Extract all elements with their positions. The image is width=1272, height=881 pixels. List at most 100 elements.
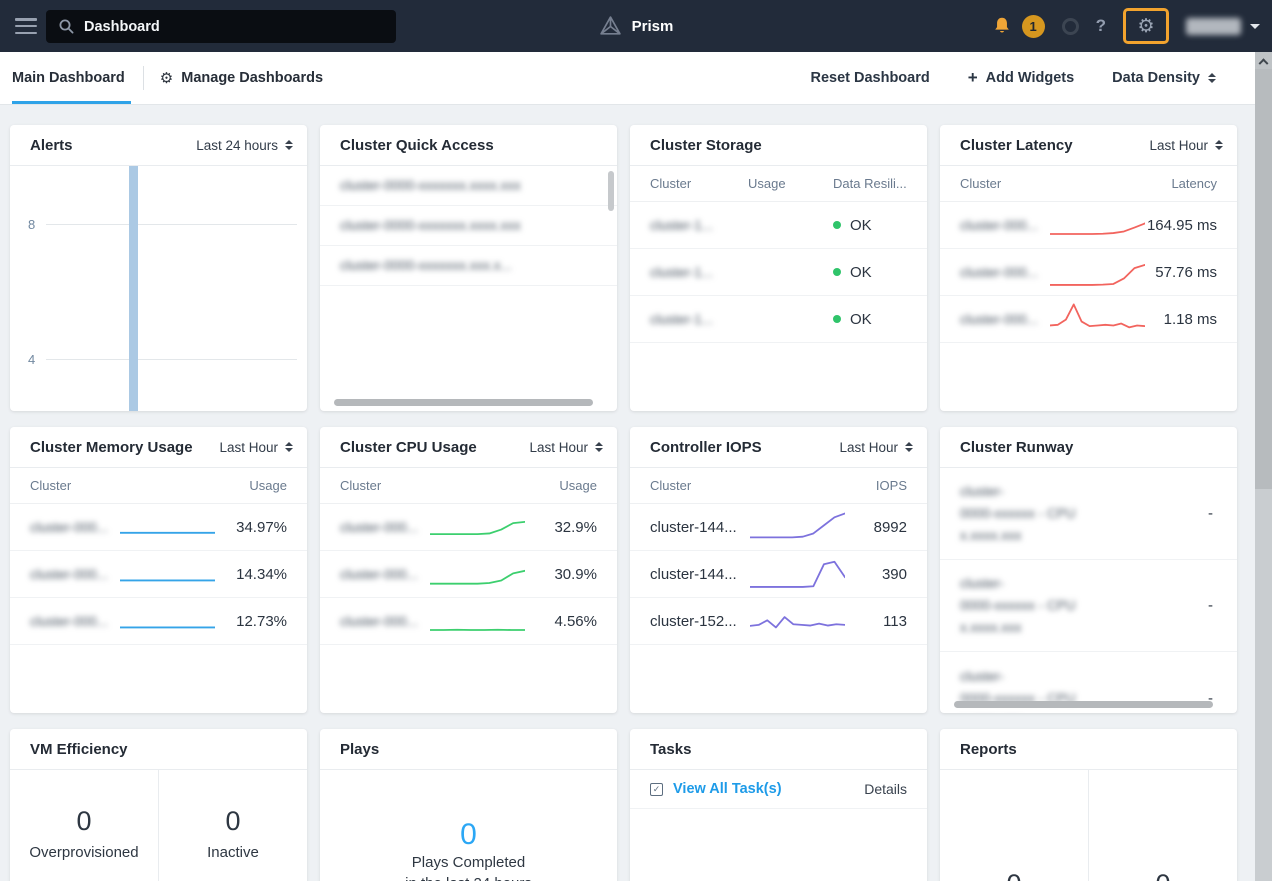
notifications-badge[interactable]: 1: [1022, 15, 1045, 38]
widget-cluster-quick-access: Cluster Quick Access cluster-0000-xxxxxx…: [320, 125, 617, 411]
brand-name: Prism: [632, 18, 674, 35]
usage-value: 32.9%: [525, 519, 597, 536]
status-text: OK: [850, 217, 872, 234]
cluster-name[interactable]: cluster-0000-xxxxxx - CPUx.xxxx.xxx: [960, 484, 1208, 543]
user-menu[interactable]: [1186, 18, 1260, 35]
latency-value: 57.76 ms: [1145, 264, 1217, 281]
vertical-scrollbar-thumb[interactable]: [608, 171, 614, 211]
widget-cluster-cpu-usage: Cluster CPU Usage Last Hour Cluster Usag…: [320, 427, 617, 713]
widget-title: Cluster Memory Usage: [30, 439, 193, 456]
list-item[interactable]: cluster-0000-xxxxxxx.xxxx.xxx: [320, 206, 617, 246]
usage-value: 14.34%: [215, 566, 287, 583]
widget-cluster-storage: Cluster Storage Cluster Usage Data Resil…: [630, 125, 927, 411]
memory-sparkline: [120, 508, 215, 546]
widget-reports: Reports 0 0: [940, 729, 1237, 881]
widget-title: Alerts: [30, 137, 73, 154]
details-link[interactable]: Details: [864, 781, 907, 797]
widget-alerts: Alerts Last 24 hours 8 4: [10, 125, 307, 411]
table-row: cluster-144... 8992: [630, 504, 927, 551]
iops-value: 8992: [845, 519, 907, 536]
settings-gear-button[interactable]: ⚙: [1123, 8, 1169, 44]
table-row: cluster-1... OK: [630, 249, 927, 296]
chevron-down-icon: [1250, 24, 1260, 29]
table-row: cluster-000... 4.56%: [320, 598, 617, 645]
table-row: cluster-0000-xxxxxx - CPUx.xxxx.xxx -: [940, 468, 1237, 560]
latency-sparkline: [1050, 253, 1145, 291]
gear-icon: ⚙: [160, 69, 173, 87]
table-row: cluster-000... 57.76 ms: [940, 249, 1237, 296]
cluster-name: cluster-152...: [650, 613, 750, 630]
cluster-name[interactable]: cluster-0000-xxxxxx - CPUx.xxxx.xxx: [960, 576, 1208, 635]
search-icon: [58, 18, 75, 35]
count: 0: [10, 806, 158, 837]
manage-dashboards-button[interactable]: ⚙ Manage Dashboards: [144, 52, 339, 104]
range-dropdown[interactable]: Last Hour: [839, 440, 913, 455]
updown-arrows-icon: [1215, 140, 1223, 150]
widget-plays: Plays 0 Plays Completed in the last 24 h…: [320, 729, 617, 881]
range-dropdown[interactable]: Last 24 hours: [196, 138, 293, 153]
cluster-name[interactable]: cluster-000...: [340, 614, 430, 629]
page-scrollbar[interactable]: [1255, 52, 1272, 881]
column-header: Cluster: [30, 478, 71, 493]
cluster-name[interactable]: cluster-000...: [960, 312, 1050, 327]
range-dropdown[interactable]: Last Hour: [1149, 138, 1223, 153]
widget-controller-iops: Controller IOPS Last Hour Cluster IOPS c…: [630, 427, 927, 713]
range-dropdown[interactable]: Last Hour: [529, 440, 603, 455]
cluster-name[interactable]: cluster-000...: [30, 567, 120, 582]
page-scrollbar-thumb[interactable]: [1255, 69, 1272, 489]
global-search[interactable]: [46, 10, 396, 43]
cluster-name[interactable]: cluster-1...: [650, 312, 748, 327]
status-text: OK: [850, 264, 872, 281]
column-header: Latency: [1001, 176, 1217, 191]
cluster-name[interactable]: cluster-000...: [340, 567, 430, 582]
notifications-bell-icon[interactable]: [991, 15, 1013, 37]
reports-cell[interactable]: 0: [1088, 770, 1237, 881]
horizontal-scrollbar-thumb[interactable]: [334, 399, 593, 406]
progress-ring-icon[interactable]: [1062, 18, 1079, 35]
cluster-name[interactable]: cluster-000...: [30, 614, 120, 629]
widget-title: Plays: [340, 741, 379, 758]
widget-title: Tasks: [650, 741, 691, 758]
cluster-name[interactable]: cluster-1...: [650, 218, 748, 233]
add-widgets-button[interactable]: + Add Widgets: [968, 68, 1074, 88]
usage-value: 30.9%: [525, 566, 597, 583]
table-row: cluster-000... 1.18 ms: [940, 296, 1237, 343]
data-density-dropdown[interactable]: Data Density: [1112, 70, 1216, 86]
widget-title: Cluster Latency: [960, 137, 1073, 154]
search-input[interactable]: [84, 19, 364, 35]
table-row: cluster-1... OK: [630, 296, 927, 343]
vm-efficiency-overprovisioned[interactable]: 0 Overprovisioned: [10, 770, 158, 881]
alerts-bar-chart: 8 4: [10, 166, 307, 411]
cluster-name[interactable]: cluster-1...: [650, 265, 748, 280]
cluster-name[interactable]: cluster-000...: [30, 520, 120, 535]
y-tick: 8: [28, 217, 35, 232]
cluster-name[interactable]: cluster-000...: [960, 265, 1050, 280]
count-label: Inactive: [159, 844, 307, 861]
widget-title: Reports: [960, 741, 1017, 758]
status-dot-green: [833, 315, 841, 323]
reset-dashboard-button[interactable]: Reset Dashboard: [810, 70, 929, 86]
plays-caption-line2: in the last 24 hours: [320, 873, 617, 881]
reports-cell[interactable]: 0: [940, 770, 1088, 881]
list-item[interactable]: cluster-0000-xxxxxxx.xxxx.xxx: [320, 166, 617, 206]
column-header: Usage: [381, 478, 597, 493]
iops-value: 390: [845, 566, 907, 583]
hamburger-menu-icon[interactable]: [15, 18, 37, 34]
help-button[interactable]: ?: [1096, 16, 1106, 36]
table-row: cluster-1... OK: [630, 202, 927, 249]
alert-bar: [129, 166, 138, 411]
tab-main-dashboard[interactable]: Main Dashboard: [0, 52, 143, 104]
vm-efficiency-inactive[interactable]: 0 Inactive: [158, 770, 307, 881]
widget-tasks: Tasks ✓ View All Task(s) Details: [630, 729, 927, 881]
widget-grid: Alerts Last 24 hours 8 4 Cluster Quick A…: [0, 105, 1272, 881]
list-item[interactable]: cluster-0000-xxxxxxx.xxx.x...: [320, 246, 617, 286]
cluster-name[interactable]: cluster-000...: [340, 520, 430, 535]
horizontal-scrollbar-thumb[interactable]: [954, 701, 1213, 708]
iops-sparkline: [750, 555, 845, 593]
table-row: cluster-000... 32.9%: [320, 504, 617, 551]
scroll-up-button[interactable]: [1255, 52, 1272, 69]
cluster-name[interactable]: cluster-000...: [960, 218, 1050, 233]
view-all-tasks-link[interactable]: View All Task(s): [673, 781, 782, 797]
range-dropdown[interactable]: Last Hour: [219, 440, 293, 455]
widget-title: Cluster Storage: [650, 137, 762, 154]
